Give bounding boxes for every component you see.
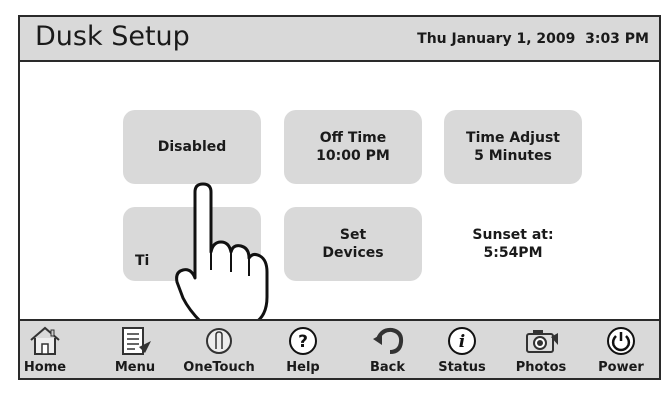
menu-icon [122,327,151,355]
power-icon [607,327,635,355]
page-title: Dusk Setup [35,21,190,52]
onetouch-button[interactable]: OneTouch [179,321,259,378]
help-button[interactable]: ? Help [278,321,328,378]
status-button[interactable]: i Status [432,321,492,378]
dusk-setup-screen: Dusk Setup Thu January 1, 2009 3:03 PM D… [18,15,661,380]
back-button[interactable]: Back [360,321,415,378]
photos-button[interactable]: Photos [509,321,573,378]
home-icon [30,326,60,355]
off-time-label: Off Time [319,130,387,146]
onetouch-icon [206,328,232,354]
timer-label: Ti [135,253,150,269]
home-button[interactable]: Home [20,321,70,378]
status-icon: i [448,327,476,355]
date-time: Thu January 1, 2009 3:03 PM [417,31,649,47]
bottom-toolbar: Home Menu OneTouch ? Help Back i Status … [20,319,659,378]
svg-text:i: i [459,332,465,352]
time-adjust-value: 5 Minutes [474,148,552,164]
back-label: Back [369,360,406,375]
back-icon [372,327,403,354]
menu-label: Menu [114,360,156,375]
header-bar: Dusk Setup Thu January 1, 2009 3:03 PM [20,17,659,62]
disabled-button[interactable]: Disabled [123,110,261,184]
sunset-label: Sunset at: [472,227,554,243]
set-devices-label-line1: Set [339,227,367,243]
help-label: Help [286,360,320,375]
pointing-hand-icon [175,182,269,334]
disabled-label: Disabled [157,139,227,155]
power-label: Power [598,360,644,375]
status-label: Status [438,360,486,375]
power-button[interactable]: Power [592,321,650,378]
camera-icon [526,330,558,353]
time-adjust-button[interactable]: Time Adjust 5 Minutes [444,110,582,184]
home-label: Home [23,360,67,375]
set-devices-button[interactable]: Set Devices [284,207,422,281]
menu-button[interactable]: Menu [110,321,160,378]
off-time-value: 10:00 PM [316,148,390,164]
off-time-button[interactable]: Off Time 10:00 PM [284,110,422,184]
onetouch-label: OneTouch [183,360,255,375]
time-adjust-label: Time Adjust [466,130,560,146]
help-icon: ? [289,327,317,355]
svg-text:?: ? [298,332,308,352]
sunset-time: 5:54PM [483,245,543,261]
set-devices-label-line2: Devices [322,245,384,261]
photos-label: Photos [515,360,567,375]
sunset-info: Sunset at: 5:54PM [444,207,582,281]
